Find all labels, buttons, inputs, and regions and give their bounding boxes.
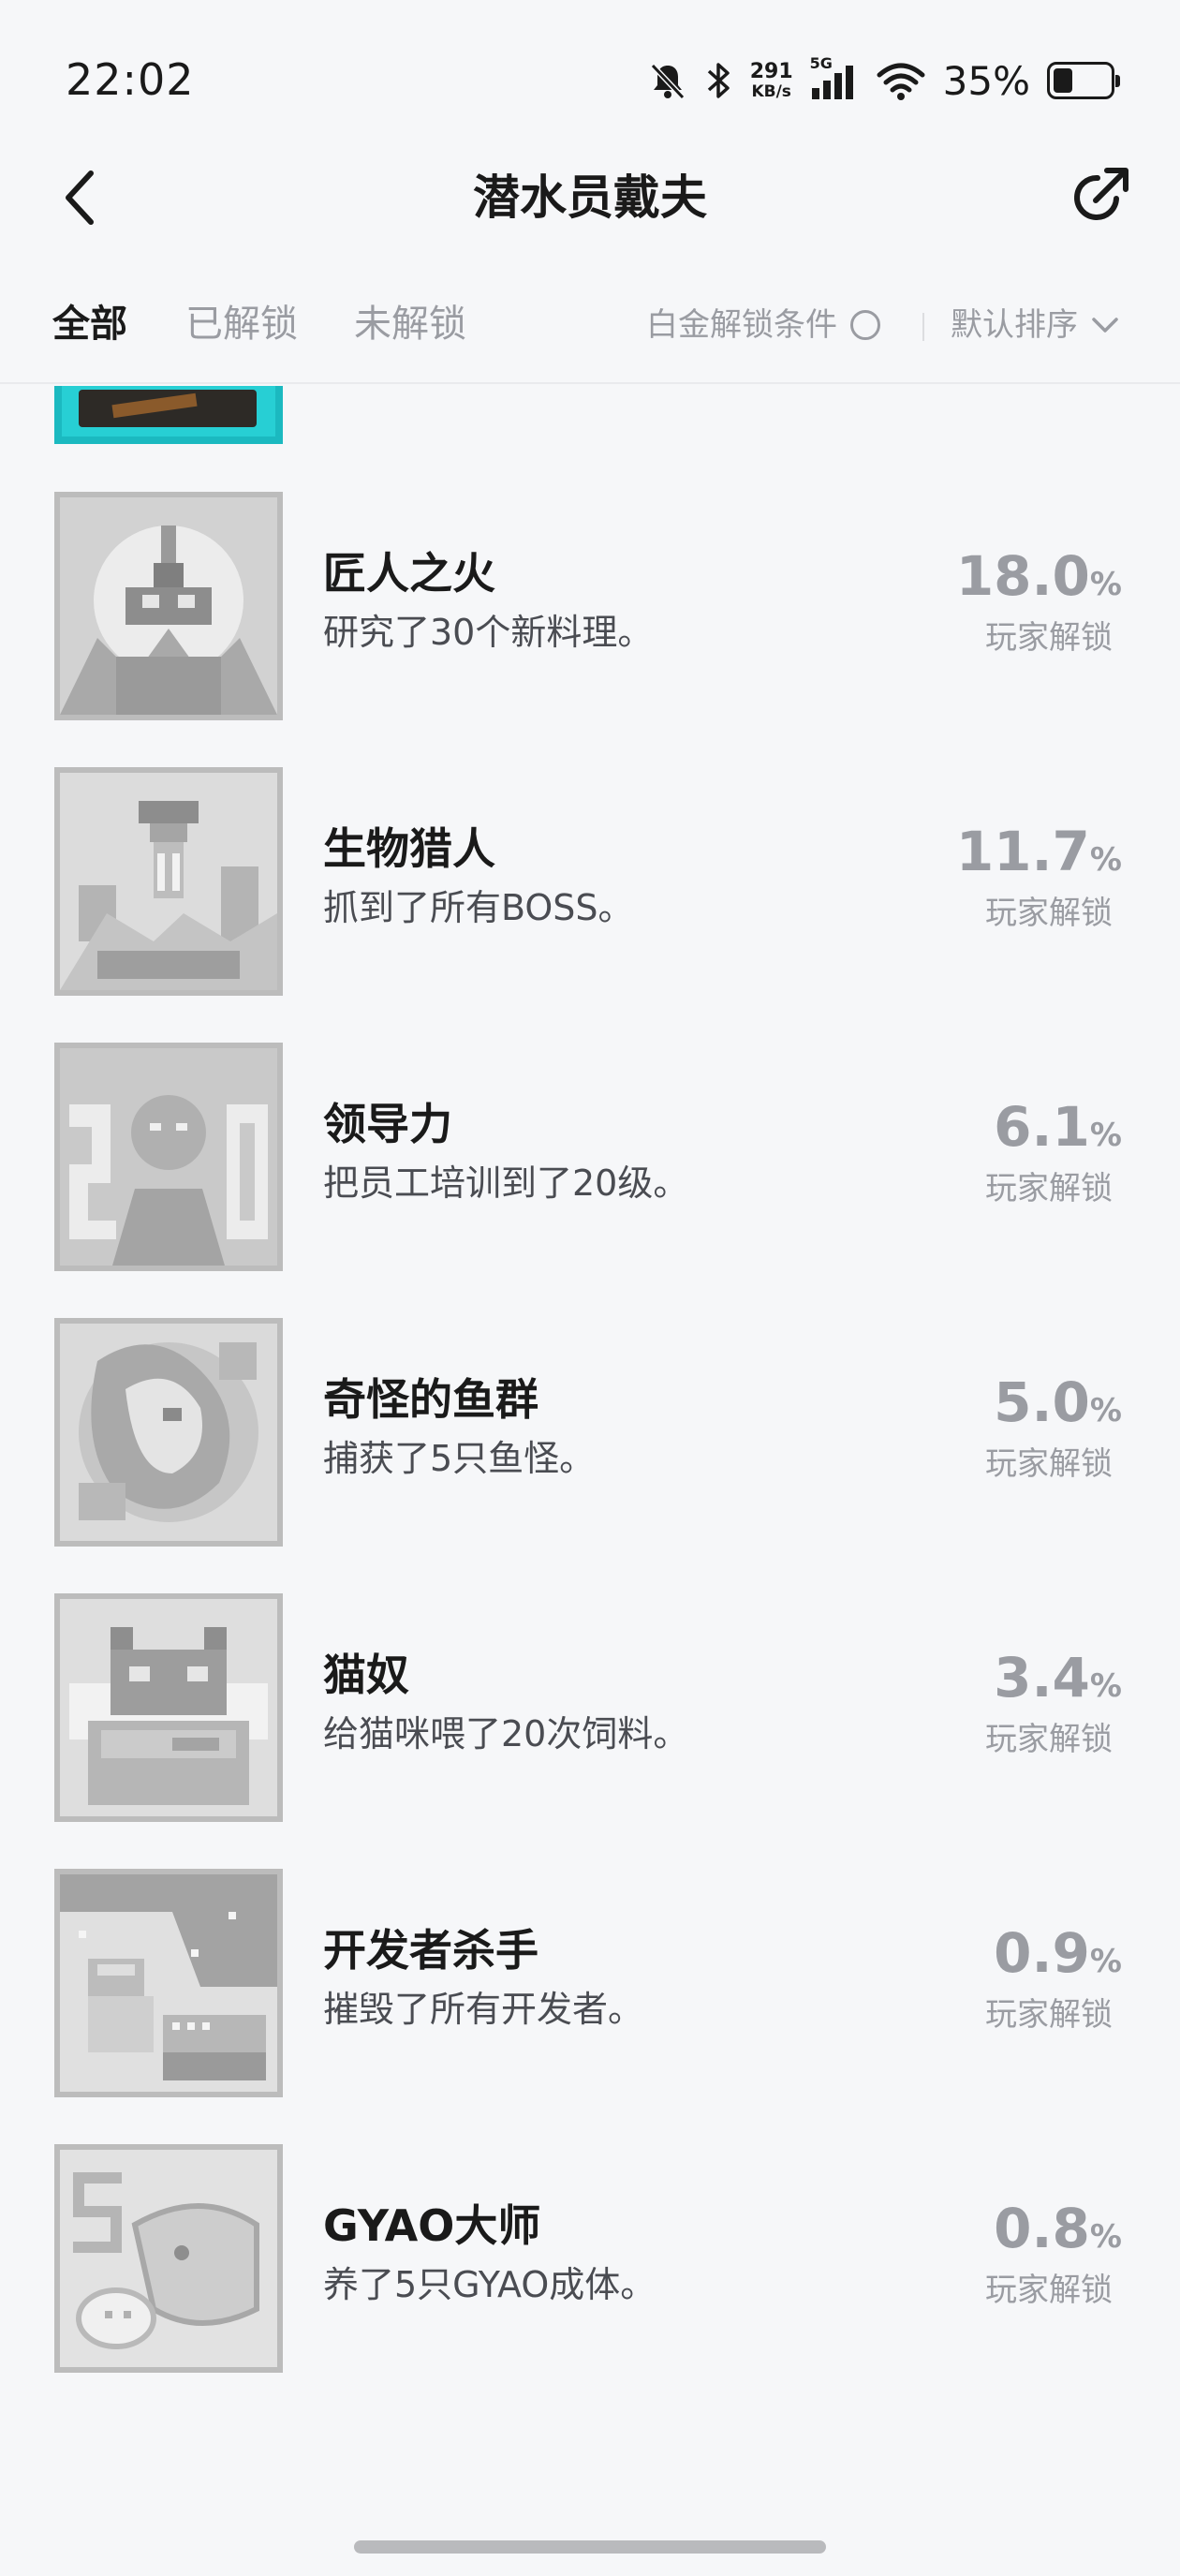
share-button[interactable] xyxy=(1056,155,1141,240)
achievement-row[interactable]: 生物猎人 抓到了所有BOSS。 11.7% 玩家解锁 xyxy=(0,767,1180,1043)
achievement-title: 生物猎人 xyxy=(323,823,495,874)
achievement-row[interactable]: 开发者杀手 摧毁了所有开发者。 0.9% 玩家解锁 xyxy=(0,1869,1180,2144)
fish-achievement-icon xyxy=(54,1318,283,1547)
achievement-title: 奇怪的鱼群 xyxy=(323,1374,538,1425)
percent-unit: % xyxy=(1089,1392,1122,1429)
achievement-description: 捕获了5只鱼怪。 xyxy=(323,1438,596,1479)
achievement-row[interactable]: 匠人之火 研究了30个新料理。 18.0% 玩家解锁 xyxy=(0,492,1180,767)
achievement-title: GYAO大师 xyxy=(323,2200,541,2251)
percent-value: 11.7 xyxy=(955,820,1090,883)
achievement-percent: 0.8% xyxy=(994,2198,1122,2268)
leadership-achievement-icon xyxy=(54,1043,283,1271)
platinum-filter-toggle[interactable]: 白金解锁条件 xyxy=(646,302,880,348)
percent-unit: % xyxy=(1089,566,1122,603)
sort-label: 默认排序 xyxy=(951,306,1078,344)
percent-value: 0.9 xyxy=(994,1921,1090,1985)
percent-value: 3.4 xyxy=(994,1646,1090,1710)
tab-locked[interactable]: 未解锁 xyxy=(354,298,466,350)
achievement-row[interactable]: GYAO大师 养了5只GYAO成体。 0.8% 玩家解锁 xyxy=(0,2144,1180,2420)
unlock-label: 玩家解锁 xyxy=(985,895,1113,932)
page-title: 潜水员戴夫 xyxy=(473,170,707,225)
unlock-label: 玩家解锁 xyxy=(985,619,1113,657)
unlock-label: 玩家解锁 xyxy=(985,1996,1113,2034)
wifi-icon xyxy=(876,60,926,101)
tab-all[interactable]: 全部 xyxy=(52,298,127,350)
share-icon xyxy=(1074,168,1128,220)
radio-circle-icon xyxy=(850,310,880,340)
filter-divider xyxy=(922,313,924,341)
cat-achievement-icon xyxy=(54,1593,283,1822)
chevron-down-icon xyxy=(1092,318,1118,333)
percent-value: 18.0 xyxy=(955,544,1090,608)
achievement-list[interactable]: 匠人之火 研究了30个新料理。 18.0% 玩家解锁 生物猎人 抓到了所有BOS… xyxy=(0,386,1180,2475)
achievement-thumbnail xyxy=(54,386,283,444)
tab-bar: 全部 已解锁 未解锁 白金解锁条件 默认排序 xyxy=(0,281,1180,384)
battery-percent: 35% xyxy=(942,57,1030,104)
achievement-percent: 18.0% xyxy=(956,545,1122,615)
achievement-description: 养了5只GYAO成体。 xyxy=(323,2264,656,2305)
achievement-title: 匠人之火 xyxy=(323,548,495,599)
network-speed: 291 KB/s xyxy=(749,59,793,101)
achievement-row[interactable]: 奇怪的鱼群 捕获了5只鱼怪。 5.0% 玩家解锁 xyxy=(0,1318,1180,1593)
sort-dropdown[interactable]: 默认排序 xyxy=(951,302,1119,348)
unlock-label: 玩家解锁 xyxy=(985,1170,1113,1207)
network-speed-unit: KB/s xyxy=(751,81,791,101)
achievement-description: 研究了30个新料理。 xyxy=(323,612,654,653)
percent-unit: % xyxy=(1089,1667,1122,1705)
gyao-achievement-icon xyxy=(54,2144,283,2373)
status-bar: 22:02 291 KB/s 5G 35% xyxy=(0,0,1180,141)
achievement-percent: 6.1% xyxy=(994,1096,1122,1166)
status-icons: 291 KB/s 5G 35% xyxy=(647,54,1120,107)
achievement-description: 抓到了所有BOSS。 xyxy=(323,887,634,928)
network-type-label: 5G xyxy=(809,54,833,72)
flame-achievement-icon xyxy=(54,492,283,720)
achievement-percent: 11.7% xyxy=(956,821,1122,891)
tab-unlocked[interactable]: 已解锁 xyxy=(185,298,298,350)
status-time: 22:02 xyxy=(66,54,195,105)
percent-value: 0.8 xyxy=(994,2197,1090,2260)
achievements-page: 22:02 291 KB/s 5G 35% 潜水员戴夫 全部 已解锁 未解锁 白… xyxy=(0,0,1180,2576)
achievement-description: 摧毁了所有开发者。 xyxy=(323,1989,644,2030)
bluetooth-icon xyxy=(705,60,733,101)
achievement-title: 猫奴 xyxy=(323,1650,409,1700)
percent-unit: % xyxy=(1089,2218,1122,2256)
achievement-row[interactable]: 领导力 把员工培训到了20级。 6.1% 玩家解锁 xyxy=(0,1043,1180,1318)
achievement-row[interactable]: 猫奴 给猫咪喂了20次饲料。 3.4% 玩家解锁 xyxy=(0,1593,1180,1869)
developer-achievement-icon xyxy=(54,1869,283,2097)
unlock-label: 玩家解锁 xyxy=(985,1445,1113,1483)
home-indicator[interactable] xyxy=(354,2540,826,2554)
unlock-label: 玩家解锁 xyxy=(985,2272,1113,2309)
percent-unit: % xyxy=(1089,1943,1122,1980)
unlock-label: 玩家解锁 xyxy=(985,1721,1113,1758)
achievement-description: 给猫咪喂了20次饲料。 xyxy=(323,1713,689,1754)
percent-unit: % xyxy=(1089,1117,1122,1154)
achievement-description: 把员工培训到了20级。 xyxy=(323,1162,689,1204)
signal-icon: 5G xyxy=(810,54,859,101)
battery-fill xyxy=(1054,68,1073,93)
platinum-filter-label: 白金解锁条件 xyxy=(646,306,837,344)
achievement-title: 开发者杀手 xyxy=(323,1925,538,1976)
achievement-title: 领导力 xyxy=(323,1099,452,1149)
battery-icon xyxy=(1047,62,1120,99)
app-header: 潜水员戴夫 xyxy=(0,141,1180,262)
percent-value: 5.0 xyxy=(994,1370,1090,1434)
percent-unit: % xyxy=(1089,841,1122,879)
achievement-percent: 5.0% xyxy=(994,1371,1122,1442)
achievement-percent: 3.4% xyxy=(994,1647,1122,1717)
percent-value: 6.1 xyxy=(994,1095,1090,1159)
mute-bell-icon xyxy=(647,60,688,101)
achievement-percent: 0.9% xyxy=(994,1922,1122,1992)
network-speed-value: 291 xyxy=(749,59,793,83)
hunter-achievement-icon xyxy=(54,767,283,996)
